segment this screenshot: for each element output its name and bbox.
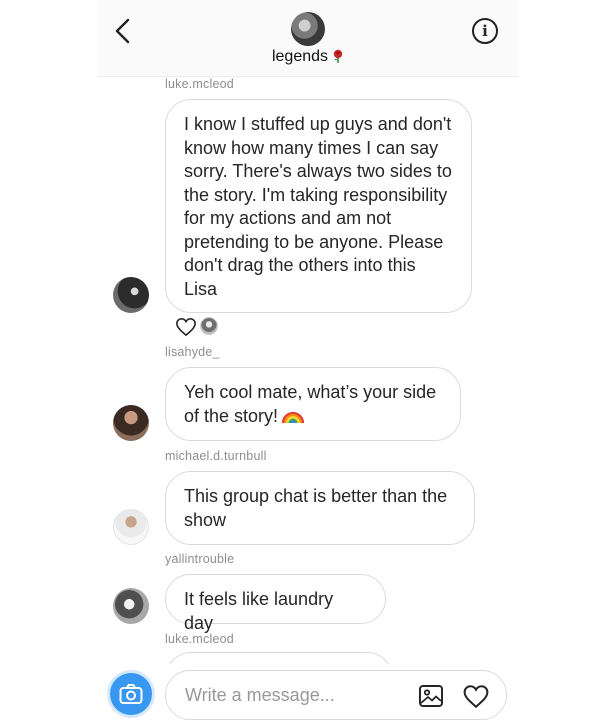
info-button[interactable]: i bbox=[472, 18, 498, 44]
avatar[interactable] bbox=[113, 509, 149, 545]
group-title[interactable]: legends bbox=[98, 48, 518, 66]
message-bubble[interactable]: Yeh cool mate, what’s your side of the s… bbox=[165, 367, 461, 441]
message-bubble[interactable]: It feels like laundry day bbox=[165, 574, 386, 633]
message-username: luke.mcleod bbox=[165, 632, 234, 646]
heart-icon bbox=[463, 685, 489, 709]
back-button[interactable] bbox=[108, 14, 138, 48]
reactor-avatar bbox=[200, 317, 218, 335]
heart-icon bbox=[176, 317, 196, 337]
message-reaction[interactable] bbox=[175, 315, 223, 339]
message-username: yallintrouble bbox=[165, 552, 235, 566]
camera-icon bbox=[119, 684, 143, 704]
avatar[interactable] bbox=[113, 277, 149, 313]
message-text: Yeh cool mate, what’s your side of the s… bbox=[184, 382, 437, 426]
rainbow-icon bbox=[281, 411, 305, 423]
rose-icon bbox=[333, 49, 343, 63]
avatar[interactable] bbox=[113, 405, 149, 441]
camera-button[interactable] bbox=[107, 670, 155, 718]
chevron-left-icon bbox=[115, 18, 130, 44]
group-avatar[interactable] bbox=[291, 12, 325, 46]
info-icon: i bbox=[482, 22, 488, 40]
message-username: luke.mcleod bbox=[165, 77, 234, 91]
message-composer bbox=[165, 670, 507, 720]
chat-header: legends i bbox=[98, 0, 518, 77]
avatar[interactable] bbox=[113, 588, 149, 624]
message-username: lisahyde_ bbox=[165, 345, 220, 359]
message-username: michael.d.turnbull bbox=[165, 449, 267, 463]
like-button[interactable] bbox=[462, 684, 490, 709]
group-name: legends bbox=[271, 48, 329, 65]
gallery-button[interactable] bbox=[418, 684, 444, 708]
message-bubble[interactable]: This group chat is better than the show bbox=[165, 471, 475, 545]
chat-screen: legends i luke.mcleod I know I stuffed u… bbox=[98, 0, 518, 720]
message-input[interactable] bbox=[185, 682, 385, 708]
message-bubble[interactable]: I know I stuffed up guys and don't know … bbox=[165, 99, 472, 313]
gallery-icon bbox=[419, 685, 443, 707]
